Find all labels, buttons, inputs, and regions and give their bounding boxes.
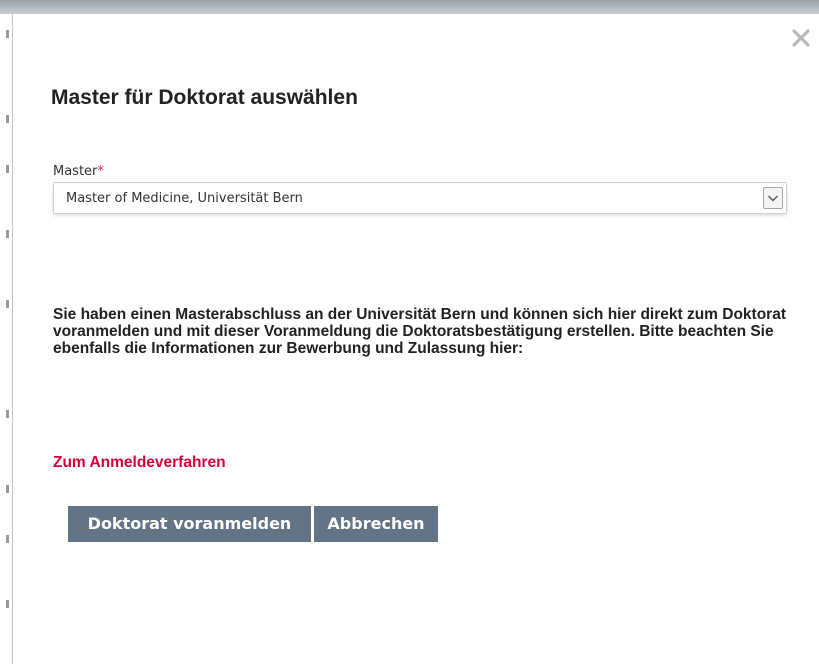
close-button[interactable]: [789, 26, 813, 50]
cancel-button[interactable]: Abbrechen: [314, 506, 438, 542]
background-mark: [6, 535, 9, 543]
background-mark: [6, 300, 9, 308]
dialog-title: Master für Doktorat auswählen: [51, 86, 358, 109]
page: Master für Doktorat auswählen Master* Ma…: [0, 0, 819, 664]
background-mark: [6, 165, 9, 173]
chevron-down-icon: [768, 195, 778, 202]
close-icon: [792, 29, 810, 47]
master-select[interactable]: Master of Medicine, Universität Bern: [53, 182, 787, 214]
info-text: Sie haben einen Masterabschluss an der U…: [53, 306, 786, 357]
background-mark: [6, 115, 9, 123]
background-mark: [6, 410, 9, 418]
master-label-text: Master: [53, 164, 98, 179]
background-page-edge: [0, 0, 12, 664]
background-mark: [6, 230, 9, 238]
background-mark: [6, 485, 9, 493]
dialog-top-shadow: [0, 0, 819, 14]
background-mark: [6, 30, 9, 38]
required-marker: *: [97, 164, 104, 179]
master-field-label: Master*: [53, 164, 104, 179]
background-mark: [6, 600, 9, 608]
master-select-value: Master of Medicine, Universität Bern: [66, 191, 303, 206]
master-selection-dialog: Master für Doktorat auswählen Master* Ma…: [12, 14, 819, 664]
registration-procedure-link[interactable]: Zum Anmeldeverfahren: [53, 454, 226, 472]
doktorat-voranmelden-button[interactable]: Doktorat voranmelden: [68, 506, 311, 542]
select-dropdown-button[interactable]: [763, 187, 783, 209]
